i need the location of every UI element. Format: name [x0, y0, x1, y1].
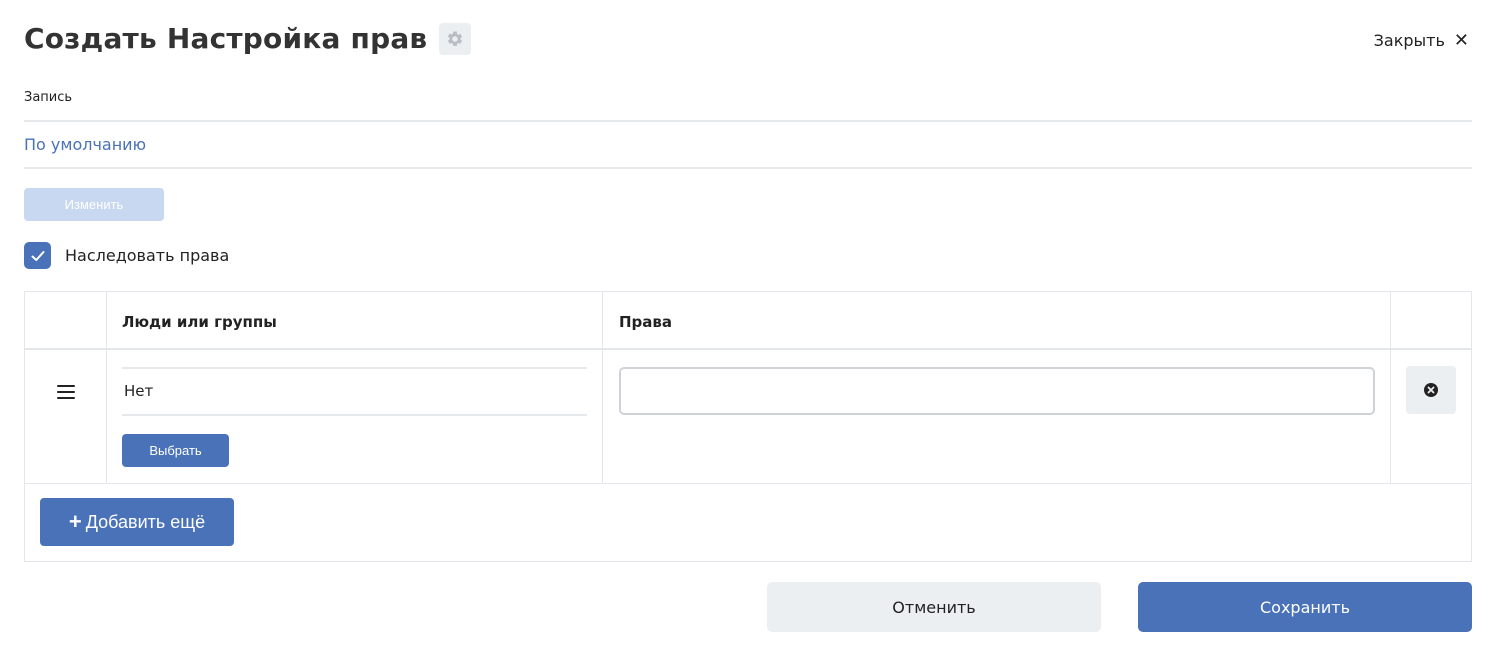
divider: [24, 167, 1472, 169]
remove-row-button[interactable]: [1406, 366, 1456, 414]
column-divider: [106, 292, 107, 483]
inherit-rights-label: Наследовать права: [65, 246, 230, 265]
people-field-bottom-border: [122, 414, 587, 416]
record-value-link[interactable]: По умолчанию: [24, 135, 146, 154]
change-button[interactable]: Изменить: [24, 188, 164, 221]
modal-title-text: Создать Настройка прав: [24, 22, 428, 55]
record-label: Запись: [24, 90, 73, 105]
close-button[interactable]: Закрыть ✕: [1374, 30, 1469, 51]
drag-handle-icon[interactable]: [57, 385, 75, 399]
table-header: Люди или группы Права: [25, 292, 1471, 350]
gear-icon: [448, 30, 463, 46]
inherit-rights-checkbox[interactable]: [24, 242, 51, 269]
divider: [24, 120, 1472, 122]
permissions-modal: Создать Настройка прав Закрыть ✕ Запись …: [0, 0, 1491, 672]
column-divider: [602, 292, 603, 483]
permissions-table: Люди или группы Права Нет Выбрать + Доба…: [24, 291, 1472, 562]
add-more-button[interactable]: + Добавить ещё: [40, 498, 234, 546]
column-header-rights: Права: [619, 313, 673, 331]
column-header-people: Люди или группы: [122, 313, 277, 331]
plus-icon: +: [68, 509, 82, 534]
people-value: Нет: [124, 382, 154, 400]
column-divider: [1390, 292, 1391, 483]
close-label: Закрыть: [1373, 31, 1445, 50]
cancel-button[interactable]: Отменить: [767, 582, 1101, 632]
save-button[interactable]: Сохранить: [1138, 582, 1472, 632]
add-more-label: Добавить ещё: [85, 511, 206, 532]
divider: [25, 483, 1471, 484]
check-icon: [31, 250, 44, 261]
inherit-rights-toggle[interactable]: Наследовать права: [24, 242, 229, 269]
people-field-top-border: [122, 367, 587, 369]
rights-input[interactable]: [619, 367, 1375, 415]
close-icon: ✕: [1453, 30, 1469, 51]
choose-button[interactable]: Выбрать: [122, 434, 229, 467]
modal-title: Создать Настройка прав: [24, 22, 472, 55]
settings-button[interactable]: [439, 22, 472, 55]
remove-circle-icon: [1424, 383, 1438, 397]
